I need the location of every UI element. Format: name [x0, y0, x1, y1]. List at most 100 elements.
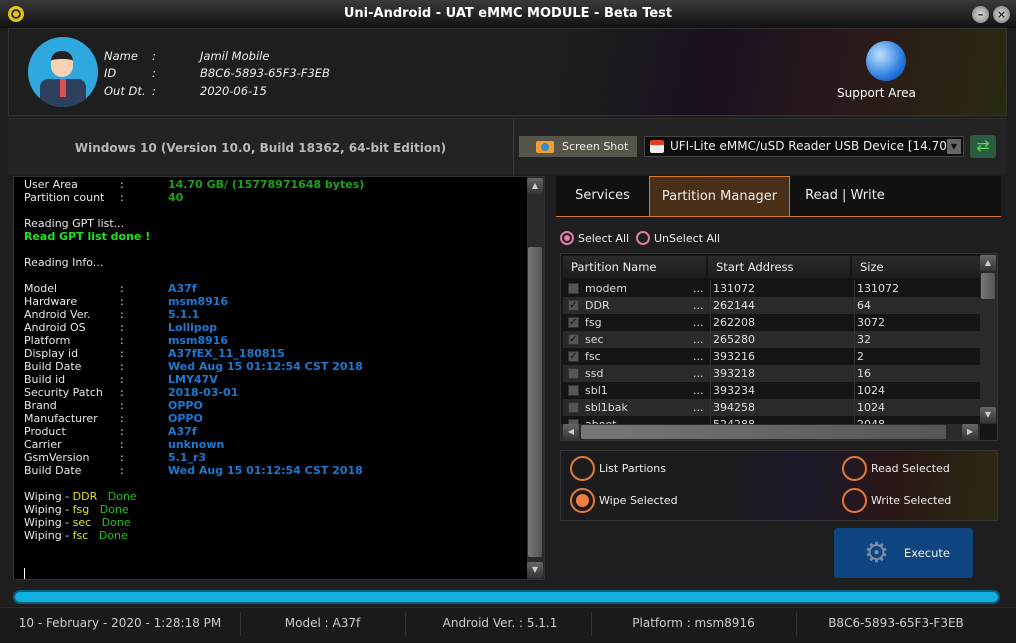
log-value: A37f — [168, 425, 197, 438]
wipe-partition: fsc — [73, 529, 89, 542]
row-checkbox[interactable] — [568, 283, 579, 294]
log-key: Manufacturer — [24, 412, 120, 425]
table-row[interactable]: sbl1bak...3942581024 — [563, 399, 980, 416]
table-row[interactable]: ✓sec...26528032 — [563, 331, 980, 348]
scroll-up-icon[interactable]: ▲ — [527, 178, 543, 194]
separator: : — [120, 399, 168, 412]
log-line: Manufacturer:OPPO — [24, 412, 203, 425]
out-date: 2020-06-15 — [200, 84, 267, 98]
separator: : — [152, 49, 156, 63]
write-selected-radio[interactable] — [842, 488, 867, 513]
scroll-up-icon[interactable]: ▲ — [980, 255, 996, 271]
status-bar: 10 - February - 2020 - 1:28:18 PM Model … — [0, 607, 1016, 643]
log-line: Display id:A37fEX_11_180815 — [24, 347, 285, 360]
row-checkbox[interactable] — [568, 385, 579, 396]
separator: : — [120, 451, 168, 464]
log-key: Build Date — [24, 360, 120, 373]
row-checkbox[interactable] — [568, 368, 579, 379]
status-device-id: B8C6-5893-65F3-F3EB — [796, 616, 996, 630]
partition-size: 32 — [854, 331, 871, 348]
ellipsis: ... — [693, 348, 704, 365]
refresh-button[interactable]: ⇄ — [970, 135, 996, 158]
column-header-start[interactable]: Start Address — [708, 256, 850, 278]
partition-name: fsc — [585, 348, 601, 365]
log-key: Platform — [24, 334, 120, 347]
log-line: Build Date:Wed Aug 15 01:12:54 CST 2018 — [24, 360, 363, 373]
table-hscrollbar[interactable]: ◀ ▶ — [561, 424, 980, 440]
row-checkbox[interactable] — [568, 402, 579, 413]
ellipsis: ... — [693, 331, 704, 348]
log-value: msm8916 — [168, 334, 228, 347]
unselect-all-radio[interactable] — [636, 231, 650, 245]
wipe-prefix: Wiping - — [24, 503, 73, 516]
execute-button[interactable]: ⚙ Execute — [834, 528, 973, 578]
scroll-down-icon[interactable]: ▼ — [527, 562, 543, 578]
separator: : — [120, 347, 168, 360]
device-select[interactable]: UFI-Lite eMMC/uSD Reader USB Device [14.… — [644, 136, 964, 157]
scroll-right-icon[interactable]: ▶ — [962, 424, 978, 440]
partition-name: sbl1 — [585, 382, 608, 399]
separator: : — [120, 438, 168, 451]
log-line: Product:A37f — [24, 425, 197, 438]
wipe-selected-label[interactable]: Wipe Selected — [599, 494, 678, 507]
select-all-radio[interactable] — [560, 231, 574, 245]
table-row[interactable]: ✓fsc...3932162 — [563, 348, 980, 365]
globe-icon[interactable] — [866, 41, 906, 81]
unselect-all-label[interactable]: UnSelect All — [654, 232, 720, 245]
log-console[interactable]: User Area:14.70 GB/ (15778971648 bytes)P… — [13, 176, 545, 580]
status-platform: Platform : msm8916 — [591, 616, 796, 630]
partition-size: 2 — [854, 348, 864, 365]
table-row[interactable]: ✓DDR...26214464 — [563, 297, 980, 314]
separator: : — [120, 412, 168, 425]
scroll-thumb[interactable] — [981, 273, 995, 299]
window-title: Uni-Android - UAT eMMC MODULE - Beta Tes… — [0, 6, 1016, 21]
log-key: Display id — [24, 347, 120, 360]
column-header-name[interactable]: Partition Name — [563, 256, 706, 278]
chevron-down-icon[interactable]: ▼ — [947, 139, 961, 154]
log-line: Model:A37f — [24, 282, 197, 295]
log-key: Android Ver. — [24, 308, 120, 321]
row-checkbox[interactable]: ✓ — [568, 300, 579, 311]
screenshot-button[interactable]: Screen Shot — [519, 136, 637, 157]
table-row[interactable]: ssd...39321816 — [563, 365, 980, 382]
write-selected-label[interactable]: Write Selected — [871, 494, 951, 507]
list-partitions-radio[interactable] — [570, 456, 595, 481]
tab-services[interactable]: Services — [556, 176, 649, 216]
support-area-link[interactable]: Support Area — [837, 86, 916, 100]
minimize-button[interactable]: – — [972, 6, 989, 23]
log-key: Security Patch — [24, 386, 120, 399]
scroll-thumb[interactable] — [528, 247, 542, 557]
table-vscrollbar[interactable]: ▲ ▼ — [980, 254, 997, 424]
wipe-selected-radio[interactable] — [570, 488, 595, 513]
select-all-label[interactable]: Select All — [578, 232, 629, 245]
table-row[interactable]: sbl1...3932341024 — [563, 382, 980, 399]
row-checkbox[interactable]: ✓ — [568, 351, 579, 362]
separator: : — [120, 464, 168, 477]
close-button[interactable]: × — [993, 6, 1010, 23]
ellipsis: ... — [693, 382, 704, 399]
scroll-thumb[interactable] — [581, 425, 946, 439]
table-row[interactable]: modem...131072131072 — [563, 280, 980, 297]
start-address: 262144 — [710, 297, 755, 314]
read-selected-label[interactable]: Read Selected — [871, 462, 950, 475]
log-value: unknown — [168, 438, 224, 451]
row-checkbox[interactable]: ✓ — [568, 334, 579, 345]
log-value: Wed Aug 15 01:12:54 CST 2018 — [168, 464, 363, 477]
scroll-left-icon[interactable]: ◀ — [563, 424, 579, 440]
wipe-partition: fsg — [73, 503, 90, 516]
tab-partition-manager[interactable]: Partition Manager — [649, 176, 790, 216]
list-partitions-label[interactable]: List Partions — [599, 462, 666, 475]
log-value: LMY47V — [168, 373, 218, 386]
read-selected-radio[interactable] — [842, 456, 867, 481]
table-row[interactable]: ✓fsg...2622083072 — [563, 314, 980, 331]
scroll-down-icon[interactable]: ▼ — [980, 407, 996, 423]
partition-name: ssd — [585, 365, 603, 382]
divider — [513, 119, 514, 175]
wipe-partition: sec — [73, 516, 92, 529]
console-scrollbar[interactable]: ▲ ▼ — [527, 177, 544, 579]
tab-read-write[interactable]: Read | Write — [790, 176, 900, 216]
id-label: ID — [104, 66, 116, 80]
row-checkbox[interactable]: ✓ — [568, 317, 579, 328]
log-line: Read GPT list done ! — [24, 230, 150, 243]
column-header-size[interactable]: Size — [852, 256, 980, 278]
